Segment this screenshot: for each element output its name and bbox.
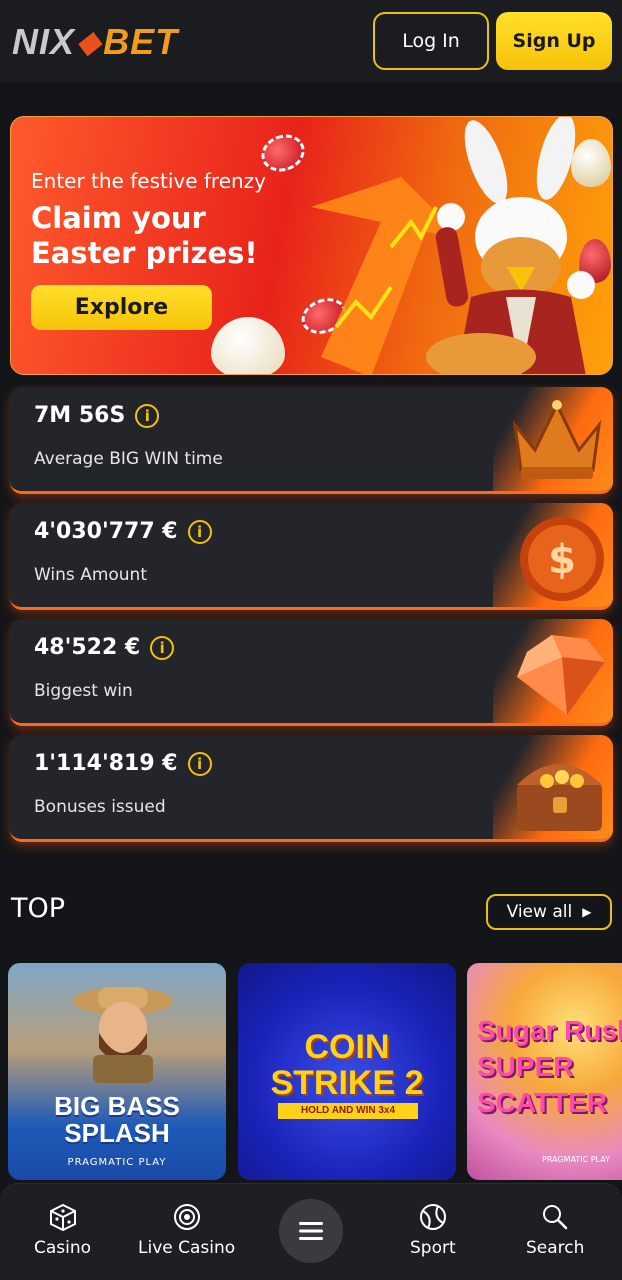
signup-button[interactable]: Sign Up (496, 12, 612, 70)
stat-label: Average BIG WIN time (34, 449, 223, 469)
game-title: BIG BASS SPLASH (54, 1091, 180, 1148)
nav-casino-label: Casino (34, 1238, 92, 1258)
game-card-coin-strike-2[interactable]: COIN STRIKE 2 HOLD AND WIN 3x4 (238, 963, 456, 1180)
stat-label: Biggest win (34, 681, 133, 701)
diamond-icon (517, 635, 605, 715)
chevron-right-icon: ▶ (582, 905, 592, 919)
flame-icon: ◆ (77, 25, 102, 59)
dollar-coin-icon: $ (520, 517, 604, 601)
menu-icon (299, 1222, 323, 1240)
stat-label: Wins Amount (34, 565, 147, 585)
stat-value: 7M 56S (34, 403, 126, 428)
explore-button[interactable]: Explore (31, 285, 212, 330)
stat-value: 48'522 € (34, 635, 141, 660)
promo-banner[interactable]: Enter the festive frenzy Claim your East… (10, 116, 613, 375)
promo-subtitle: Enter the festive frenzy (31, 169, 267, 193)
nav-sport-label: Sport (410, 1238, 456, 1258)
treasure-chest-icon (517, 764, 602, 831)
nav-sport[interactable]: Sport (410, 1202, 456, 1258)
header: NIX ◆ BET Log In Sign Up (0, 0, 622, 82)
game-subtitle: HOLD AND WIN 3x4 (278, 1103, 418, 1119)
game-provider: PRAGMATIC PLAY (542, 1155, 610, 1164)
live-target-icon (173, 1204, 200, 1230)
promo-title: Claim your Easter prizes! (31, 201, 258, 270)
stat-value: 1'114'819 € (34, 751, 178, 776)
game-title: Sugar Rush SUPER SCATTER (477, 1015, 622, 1118)
stat-card-biggest-win: 48'522 € i Biggest win (10, 619, 613, 726)
svg-text:$: $ (548, 537, 576, 583)
bunny-mascot (426, 117, 595, 374)
bottom-navigation: Casino Live Casino Sport Search (0, 1183, 622, 1280)
login-button[interactable]: Log In (373, 12, 489, 70)
info-icon[interactable]: i (187, 751, 212, 776)
easter-egg-icon (211, 317, 285, 374)
info-icon[interactable]: i (150, 635, 175, 660)
nav-search[interactable]: Search (526, 1202, 584, 1258)
info-icon[interactable]: i (187, 519, 212, 544)
tennis-ball-icon (419, 1204, 446, 1230)
nav-casino[interactable]: Casino (34, 1202, 91, 1258)
section-title-top: TOP (11, 893, 66, 924)
stat-card-wins-amount: $ 4'030'777 € i Wins Amount (10, 503, 613, 610)
nav-live-casino-label: Live Casino (138, 1238, 236, 1258)
logo-bet: BET (103, 21, 179, 62)
nav-search-label: Search (526, 1238, 585, 1258)
stat-card-bonuses-issued: 1'114'819 € i Bonuses issued (10, 735, 613, 842)
logo[interactable]: NIX ◆ BET (12, 21, 179, 62)
game-title: COIN STRIKE 2 (270, 1028, 424, 1102)
view-all-label: View all (506, 902, 573, 922)
fisherman-illustration (73, 987, 173, 1083)
view-all-button[interactable]: View all ▶ (486, 894, 612, 930)
game-provider: PRAGMATIC PLAY (67, 1157, 167, 1168)
logo-nix: NIX (12, 21, 76, 62)
stat-value: 4'030'777 € (34, 519, 178, 544)
search-icon (543, 1205, 568, 1230)
stat-label: Bonuses issued (34, 797, 166, 817)
game-card-big-bass-splash[interactable]: BIG BASS SPLASH PRAGMATIC PLAY (8, 963, 226, 1180)
game-card-sugar-rush[interactable]: Sugar Rush SUPER SCATTER PRAGMATIC PLAY (467, 963, 622, 1180)
nav-live-casino[interactable]: Live Casino (138, 1202, 235, 1258)
info-icon[interactable]: i (135, 403, 160, 428)
menu-button[interactable] (279, 1199, 343, 1263)
dice-icon (49, 1203, 76, 1232)
stat-card-big-win-time: 7M 56S i Average BIG WIN time (10, 387, 613, 494)
crown-icon (512, 400, 602, 479)
